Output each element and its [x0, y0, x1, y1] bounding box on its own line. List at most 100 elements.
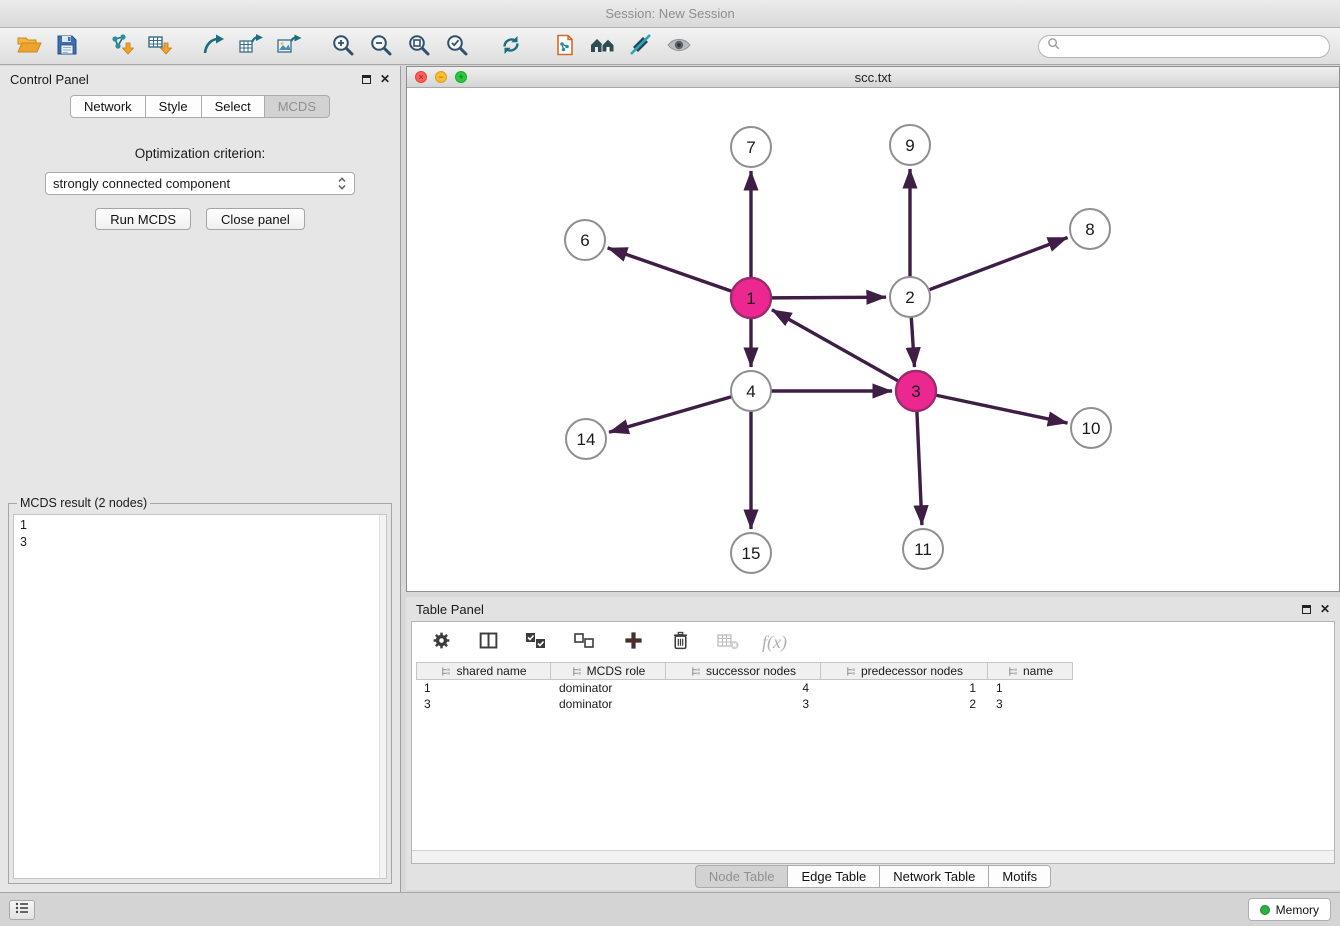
- search-input[interactable]: [1065, 38, 1321, 54]
- table-horizontal-scrollbar[interactable]: [412, 850, 1334, 863]
- network-graph[interactable]: 7 9 6 8 1 2 4 3 14 10 15 11: [407, 88, 1339, 591]
- graph-node-3[interactable]: 3: [896, 371, 936, 411]
- export-network-button[interactable]: [194, 31, 232, 62]
- run-mcds-button[interactable]: Run MCDS: [95, 208, 191, 230]
- edge-1-6[interactable]: [608, 248, 732, 291]
- maximize-window-icon[interactable]: +: [455, 71, 467, 83]
- delete-table-button[interactable]: [713, 627, 743, 658]
- table-cell[interactable]: 3: [416, 697, 551, 711]
- column-header-shared-name[interactable]: shared name: [416, 662, 551, 680]
- graph-node-9[interactable]: 9: [890, 125, 930, 165]
- mcds-result-list[interactable]: 13: [13, 514, 387, 879]
- tab-node-table[interactable]: Node Table: [695, 865, 789, 888]
- search-box: [1038, 35, 1330, 58]
- zoom-fit-button[interactable]: [400, 31, 438, 62]
- close-panel-button[interactable]: Close panel: [206, 208, 305, 230]
- table-row[interactable]: 1dominator411: [416, 680, 1334, 696]
- graph-node-7[interactable]: 7: [731, 127, 771, 167]
- float-panel-icon[interactable]: [362, 75, 371, 84]
- column-header-successor-nodes[interactable]: successor nodes: [666, 662, 821, 680]
- tab-mcds[interactable]: MCDS: [265, 95, 330, 118]
- column-header-mcds-role[interactable]: MCDS role: [551, 662, 666, 680]
- tab-edge-table[interactable]: Edge Table: [788, 865, 880, 888]
- minimize-window-icon[interactable]: −: [435, 71, 447, 83]
- select-all-button[interactable]: [521, 627, 551, 658]
- graph-node-1[interactable]: 1: [731, 278, 771, 318]
- graph-node-11[interactable]: 11: [903, 529, 943, 569]
- table-cell[interactable]: 1: [988, 681, 1073, 695]
- window-titlebar: Session: New Session: [0, 0, 1340, 28]
- graph-node-2[interactable]: 2: [890, 277, 930, 317]
- svg-text:2: 2: [905, 288, 914, 307]
- graph-node-14[interactable]: 14: [566, 419, 606, 459]
- table-cell[interactable]: 1: [416, 681, 551, 695]
- edge-1-2[interactable]: [771, 297, 886, 298]
- graph-node-4[interactable]: 4: [731, 371, 771, 411]
- table-cell[interactable]: 3: [666, 697, 821, 711]
- network-window-titlebar: × − + scc.txt: [407, 67, 1339, 88]
- close-table-panel-icon[interactable]: ✕: [1320, 603, 1330, 615]
- open-session-button[interactable]: [10, 31, 48, 62]
- table-cell[interactable]: 3: [988, 697, 1073, 711]
- zoom-out-button[interactable]: [362, 31, 400, 62]
- task-history-button[interactable]: [9, 900, 35, 920]
- apply-style-button[interactable]: [622, 31, 660, 62]
- table-cell[interactable]: 4: [666, 681, 821, 695]
- table-cell[interactable]: 1: [821, 681, 988, 695]
- graph-node-8[interactable]: 8: [1070, 209, 1110, 249]
- add-column-button[interactable]: [619, 627, 647, 658]
- export-image-button[interactable]: [270, 31, 308, 62]
- table-cell[interactable]: 2: [821, 697, 988, 711]
- export-table-button[interactable]: [232, 31, 270, 62]
- float-table-panel-icon[interactable]: [1302, 605, 1311, 614]
- edge-4-14[interactable]: [609, 397, 732, 433]
- mcds-result-line: 1: [20, 517, 380, 534]
- home-layout-button[interactable]: [584, 31, 622, 62]
- trash-icon: [670, 630, 691, 654]
- zoom-in-button[interactable]: [324, 31, 362, 62]
- network-canvas[interactable]: 7 9 6 8 1 2 4 3 14 10 15 11: [407, 88, 1339, 591]
- criterion-dropdown[interactable]: strongly connected component: [45, 172, 355, 195]
- table-row[interactable]: 3dominator323: [416, 696, 1334, 712]
- graph-node-10[interactable]: 10: [1071, 408, 1111, 448]
- delete-column-button[interactable]: [666, 627, 694, 658]
- graph-node-6[interactable]: 6: [565, 220, 605, 260]
- function-builder-button[interactable]: f(x): [762, 632, 787, 653]
- column-header-predecessor-nodes[interactable]: predecessor nodes: [821, 662, 988, 680]
- tab-network[interactable]: Network: [70, 95, 146, 118]
- tab-select[interactable]: Select: [202, 95, 265, 118]
- svg-text:4: 4: [746, 382, 755, 401]
- table-cell[interactable]: dominator: [551, 681, 666, 695]
- deselect-all-button[interactable]: [570, 627, 600, 658]
- mcds-result-box: MCDS result (2 nodes) 13: [8, 496, 392, 884]
- column-header-name[interactable]: name: [988, 662, 1073, 680]
- show-columns-button[interactable]: [474, 627, 502, 658]
- graph-node-15[interactable]: 15: [731, 533, 771, 573]
- edge-3-10[interactable]: [936, 395, 1068, 423]
- close-panel-icon[interactable]: ✕: [380, 73, 390, 85]
- copy-network-button[interactable]: [546, 31, 584, 62]
- edge-3-1[interactable]: [772, 310, 899, 381]
- sort-icon: [571, 666, 582, 677]
- tab-motifs[interactable]: Motifs: [989, 865, 1051, 888]
- zoom-selected-button[interactable]: [438, 31, 476, 62]
- table-cell[interactable]: dominator: [551, 697, 666, 711]
- status-bar: Memory: [0, 892, 1340, 926]
- control-panel-header: Control Panel ✕: [0, 66, 400, 92]
- refresh-view-button[interactable]: [492, 31, 530, 62]
- edge-3-11[interactable]: [917, 411, 922, 525]
- show-hide-button[interactable]: [660, 31, 698, 62]
- memory-button[interactable]: Memory: [1248, 898, 1331, 921]
- tab-style[interactable]: Style: [146, 95, 202, 118]
- table-settings-button[interactable]: [427, 627, 455, 658]
- tab-network-table[interactable]: Network Table: [880, 865, 989, 888]
- plus-icon: [623, 630, 644, 654]
- result-scrollbar[interactable]: [379, 515, 386, 878]
- import-network-button[interactable]: [102, 31, 140, 62]
- edge-2-3[interactable]: [911, 317, 914, 367]
- save-session-button[interactable]: [48, 31, 86, 62]
- edge-2-8[interactable]: [929, 237, 1068, 289]
- import-table-button[interactable]: [140, 31, 178, 62]
- svg-text:7: 7: [746, 138, 755, 157]
- close-window-icon[interactable]: ×: [415, 71, 427, 83]
